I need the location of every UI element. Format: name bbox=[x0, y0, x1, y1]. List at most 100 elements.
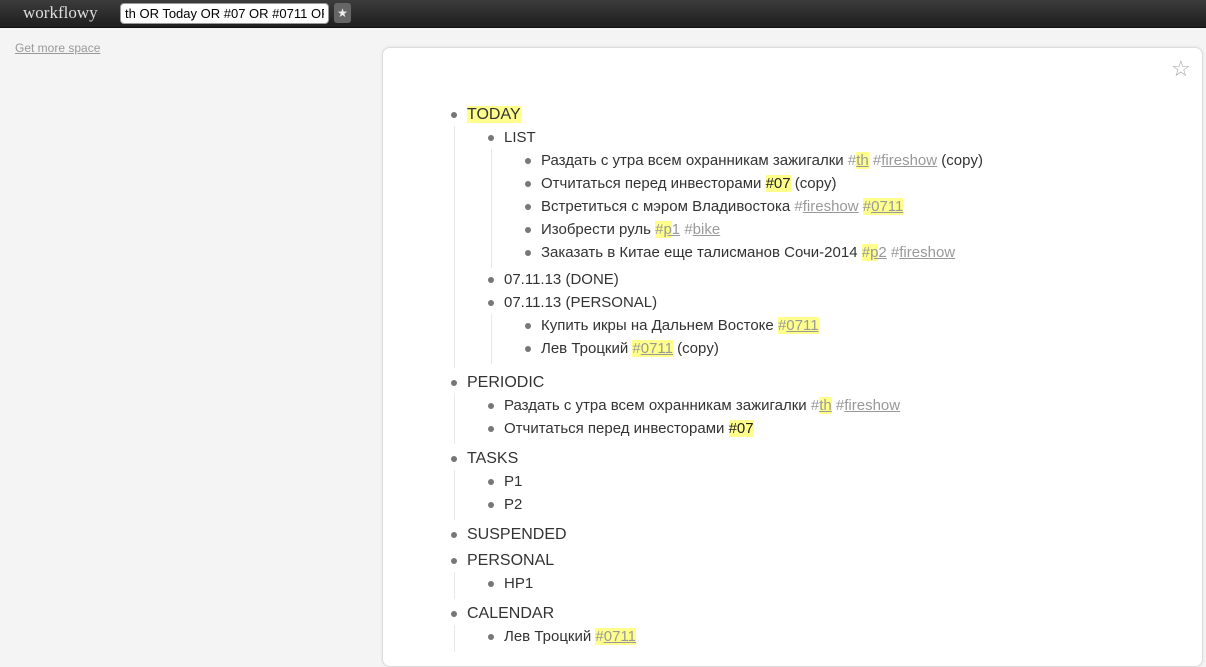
item-text: CALENDAR bbox=[467, 605, 555, 622]
bullet-icon[interactable] bbox=[525, 323, 531, 329]
outline-item-row[interactable]: Раздать с утра всем охранникам зажигалки… bbox=[482, 394, 983, 417]
outline-item-row[interactable]: Изобрести руль #p1 #bike bbox=[519, 218, 983, 241]
tag-hash: # bbox=[595, 628, 604, 645]
children-list: Раздать с утра всем охранникам зажигалки… bbox=[491, 149, 983, 268]
item-text: Изобрести руль bbox=[541, 221, 656, 238]
tag-link[interactable]: 0711 bbox=[871, 198, 904, 215]
bullet-icon[interactable] bbox=[451, 380, 457, 386]
tag-hash: # bbox=[810, 397, 820, 414]
outline-item-row[interactable]: Заказать в Китае еще талисманов Сочи-201… bbox=[519, 241, 983, 264]
outline-item-row[interactable]: PERIODIC bbox=[445, 368, 983, 394]
tag-link[interactable]: bike bbox=[693, 221, 721, 238]
bullet-icon[interactable] bbox=[488, 426, 494, 432]
tag-hash: # bbox=[862, 198, 872, 215]
bullet-icon[interactable] bbox=[488, 300, 494, 306]
children-list: Купить икры на Дальнем Востоке #0711 Лев … bbox=[491, 314, 983, 364]
outline-item: PERIODIC Раздать с утра всем охранникам з… bbox=[445, 368, 983, 444]
bullet-icon[interactable] bbox=[525, 204, 531, 210]
bullet-icon[interactable] bbox=[525, 158, 531, 164]
tag-link[interactable]: #07 bbox=[765, 175, 791, 192]
outline-item-row[interactable]: SUSPENDED bbox=[445, 520, 983, 546]
outline-item-row[interactable]: Лев Троцкий #0711 (copy) bbox=[519, 337, 983, 360]
outline-item: SUSPENDED bbox=[445, 520, 983, 546]
outline-item-row[interactable]: LIST bbox=[482, 126, 983, 149]
outline-item: HP1 bbox=[482, 572, 983, 595]
tag-link[interactable]: 0711 bbox=[640, 340, 674, 357]
tag-hash: # bbox=[847, 152, 857, 169]
children-list: HP1 bbox=[454, 572, 983, 599]
tag-link[interactable]: 0711 bbox=[603, 628, 637, 645]
outline-item-row[interactable]: Лев Троцкий #0711 bbox=[482, 625, 983, 648]
workflowy-logo[interactable]: workflowy bbox=[23, 3, 98, 23]
outline-item-row[interactable]: PERSONAL bbox=[445, 546, 983, 572]
outline-item-row[interactable]: TODAY bbox=[445, 100, 983, 126]
outline-item: TASKS P1 P2 bbox=[445, 444, 983, 520]
bullet-icon[interactable] bbox=[488, 479, 494, 485]
outline-item: CALENDAR Лев Троцкий #0711 bbox=[445, 599, 983, 652]
outline-item: P1 bbox=[482, 470, 983, 493]
outline-item: TODAY LIST Раздать с утра всем охранникам … bbox=[445, 100, 983, 368]
outline-item-row[interactable]: CALENDAR bbox=[445, 599, 983, 625]
tag-link[interactable]: fireshow bbox=[881, 152, 937, 169]
item-text: Купить икры на Дальнем Востоке bbox=[541, 317, 778, 334]
tag-link[interactable]: th bbox=[819, 397, 832, 414]
outline-item-row[interactable]: Раздать с утра всем охранникам зажигалки… bbox=[519, 149, 983, 172]
item-text: Раздать с утра всем охранникам зажигалки bbox=[541, 152, 848, 169]
tag-link[interactable]: p bbox=[663, 221, 672, 238]
children-list: Раздать с утра всем охранникам зажигалки… bbox=[454, 394, 983, 444]
bullet-icon[interactable] bbox=[488, 277, 494, 283]
tag-link[interactable]: fireshow bbox=[899, 244, 955, 261]
tag-link[interactable]: fireshow bbox=[844, 397, 900, 414]
tag-link[interactable]: fireshow bbox=[803, 198, 859, 215]
tag-hash: # bbox=[632, 340, 641, 357]
outline-item-row[interactable]: P1 bbox=[482, 470, 983, 493]
bullet-icon[interactable] bbox=[525, 346, 531, 352]
item-text: (copy) bbox=[790, 175, 837, 192]
tag-link[interactable]: 1 bbox=[672, 221, 680, 238]
outline-item: Отчитаться перед инвесторами #07 bbox=[482, 417, 983, 440]
bullet-icon[interactable] bbox=[488, 634, 494, 640]
bullet-icon[interactable] bbox=[488, 135, 494, 141]
children-list: P1 P2 bbox=[454, 470, 983, 520]
outline-item-row[interactable]: P2 bbox=[482, 493, 983, 516]
star-outline-icon[interactable]: ☆ bbox=[1171, 56, 1191, 82]
outline-item-row[interactable]: Отчитаться перед инвесторами #07 (copy) bbox=[519, 172, 983, 195]
bullet-icon[interactable] bbox=[451, 456, 457, 462]
search-input[interactable] bbox=[120, 3, 329, 24]
item-text: Отчитаться перед инвесторами bbox=[541, 175, 766, 192]
get-more-space-link[interactable]: Get more space bbox=[15, 41, 100, 55]
item-text: Лев Троцкий bbox=[504, 628, 596, 645]
outline-item: Изобрести руль #p1 #bike bbox=[519, 218, 983, 241]
bullet-icon[interactable] bbox=[525, 227, 531, 233]
bullet-icon[interactable] bbox=[451, 112, 457, 118]
star-search-button[interactable]: ★ bbox=[334, 3, 351, 23]
outline-item: Раздать с утра всем охранникам зажигалки… bbox=[519, 149, 983, 172]
outline-item-row[interactable]: Отчитаться перед инвесторами #07 bbox=[482, 417, 983, 440]
outline-item-row[interactable]: 07.11.13 (DONE) bbox=[482, 268, 983, 291]
tag-link[interactable]: #07 bbox=[728, 420, 754, 437]
bullet-icon[interactable] bbox=[488, 581, 494, 587]
outline-item-row[interactable]: TASKS bbox=[445, 444, 983, 470]
outline-item-row[interactable]: 07.11.13 (PERSONAL) bbox=[482, 291, 983, 314]
bullet-icon[interactable] bbox=[451, 532, 457, 538]
bullet-icon[interactable] bbox=[525, 250, 531, 256]
bullet-icon[interactable] bbox=[451, 611, 457, 617]
outline-item-row[interactable]: Купить икры на Дальнем Востоке #0711 bbox=[519, 314, 983, 337]
outline-item: Встретиться с мэром Владивостока #firesh… bbox=[519, 195, 983, 218]
item-text: PERIODIC bbox=[467, 374, 545, 391]
item-text: P1 bbox=[504, 473, 523, 490]
outline-item-row[interactable]: HP1 bbox=[482, 572, 983, 595]
item-text: Встретиться с мэром Владивостока bbox=[541, 198, 795, 215]
tag-link[interactable]: 2 bbox=[878, 244, 886, 261]
bullet-icon[interactable] bbox=[488, 403, 494, 409]
bullet-icon[interactable] bbox=[451, 558, 457, 564]
tag-link[interactable]: th bbox=[856, 152, 869, 169]
outline-tree: TODAY LIST Раздать с утра всем охранникам … bbox=[445, 100, 983, 652]
tag-hash: # bbox=[835, 397, 845, 414]
children-list: LIST Раздать с утра всем охранникам зажиг… bbox=[454, 126, 983, 368]
bullet-icon[interactable] bbox=[525, 181, 531, 187]
tag-link[interactable]: 0711 bbox=[786, 317, 819, 334]
outline-item-row[interactable]: Встретиться с мэром Владивостока #firesh… bbox=[519, 195, 983, 218]
star-icon: ★ bbox=[337, 6, 348, 20]
bullet-icon[interactable] bbox=[488, 502, 494, 508]
